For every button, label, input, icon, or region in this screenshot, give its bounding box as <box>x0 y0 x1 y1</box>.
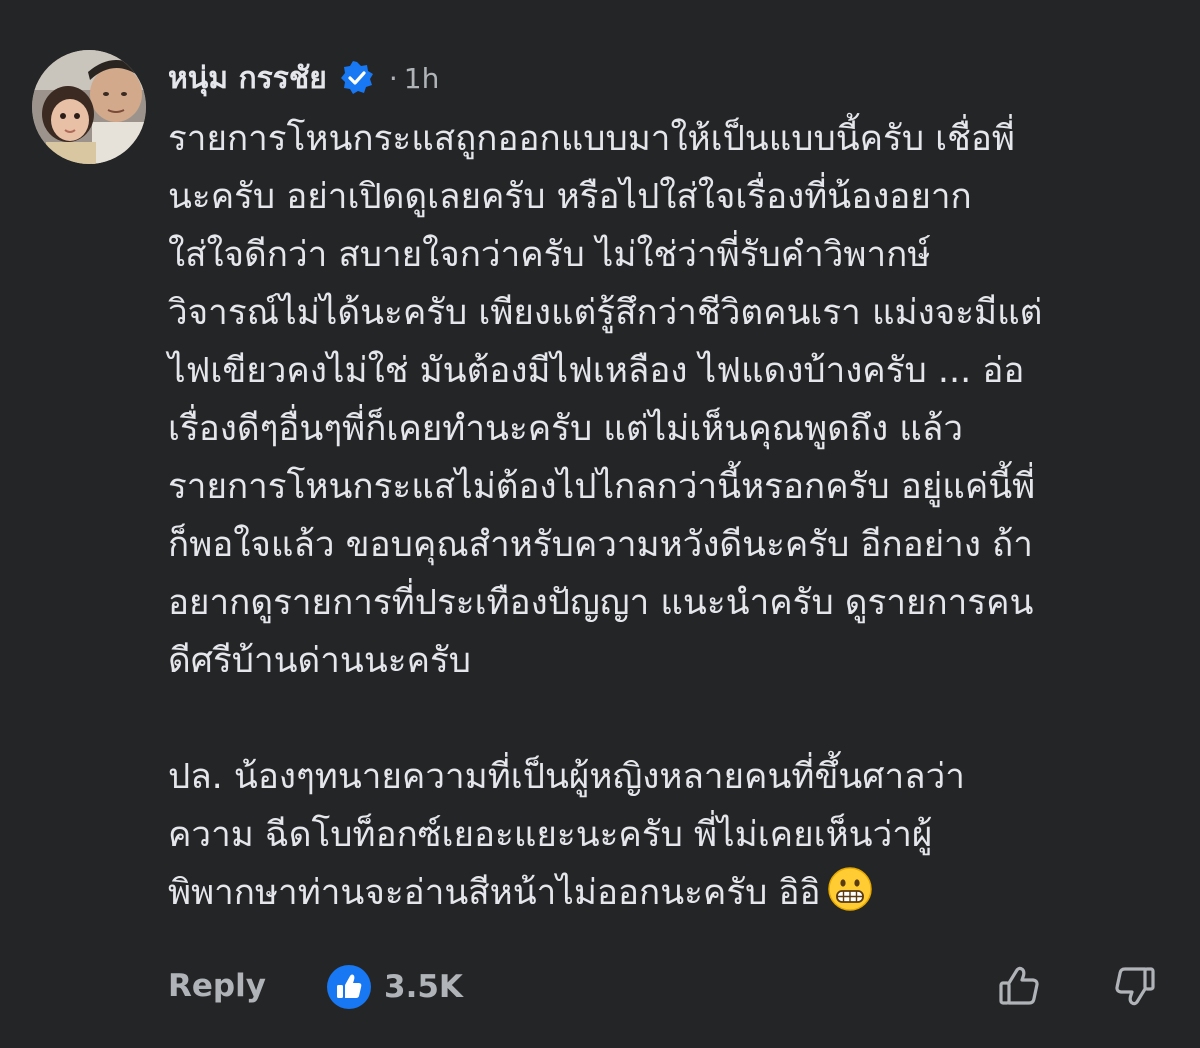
comment-line: ไฟเขียวคงไม่ใช่ มันต้องมีไฟเหลือง ไฟแดงบ… <box>168 351 1025 391</box>
comment-line: ก็พอใจแล้ว ขอบคุณสำหรับความหวังดีนะครับ … <box>168 525 1033 565</box>
comment-line: ใส่ใจดีกว่า สบายใจกว่าครับ ไม่ใช่ว่าพี่ร… <box>168 235 931 275</box>
verified-badge-icon <box>340 61 373 94</box>
reaction-summary[interactable]: 3.5K <box>326 964 463 1010</box>
thumbs-down-icon[interactable] <box>1110 962 1158 1010</box>
comment-line: รายการโหนกระแสถูกออกแบบมาให้เป็นแบบนี้คร… <box>168 119 1015 159</box>
ps-line: ความ ฉีดโบท็อกซ์เยอะแยะนะครับ พี่ไม่เคยเ… <box>168 815 933 855</box>
grimacing-face-emoji-icon <box>827 867 872 911</box>
ps-line-text: พิพากษาท่านจะอ่านสีหน้าไม่ออกนะครับ อิอิ <box>168 873 821 913</box>
reaction-count: 3.5K <box>384 969 463 1005</box>
author-name[interactable]: หนุ่ม กรรชัย <box>168 55 327 102</box>
comment-line: อยากดูรายการที่ประเทืองปัญญา แนะนำครับ ด… <box>168 583 1034 623</box>
meta-separator: · <box>388 61 398 95</box>
ps-line: ปล. น้องๆทนายความที่เป็นผู้หญิงหลายคนที่… <box>168 757 965 797</box>
comment-header: หนุ่ม กรรชัย · 1h <box>168 56 439 100</box>
comment: หนุ่ม กรรชัย · 1h รายการโหนกระแสถูกออกแบ… <box>0 0 1200 1048</box>
author-avatar[interactable] <box>32 50 146 164</box>
comment-line: วิจารณ์ไม่ได้นะครับ เพียงแต่รู้สึกว่าชีว… <box>168 293 1043 333</box>
thumbs-up-icon[interactable] <box>996 962 1044 1010</box>
comment-line: นะครับ อย่าเปิดดูเลยครับ หรือไปใส่ใจเรื่… <box>168 177 972 217</box>
avatar-photo <box>32 50 146 164</box>
comment-footer: Reply 3.5K <box>168 960 1168 1016</box>
comment-body: รายการโหนกระแสถูกออกแบบมาให้เป็นแบบนี้คร… <box>168 110 1178 922</box>
reply-button[interactable]: Reply <box>168 968 266 1004</box>
comment-line: รายการโหนกระแสไม่ต้องไปไกลกว่านี้หรอกครั… <box>168 467 1036 507</box>
comment-line: ดีศรีบ้านด่านนะครับ <box>168 641 472 681</box>
like-reaction-icon <box>327 965 371 1009</box>
ps-line-last: พิพากษาท่านจะอ่านสีหน้าไม่ออกนะครับ อิอิ <box>168 864 1178 922</box>
comment-timestamp[interactable]: 1h <box>404 62 440 95</box>
comment-line: เรื่องดีๆอื่นๆพี่ก็เคยทำนะครับ แต่ไม่เห็… <box>168 409 963 449</box>
